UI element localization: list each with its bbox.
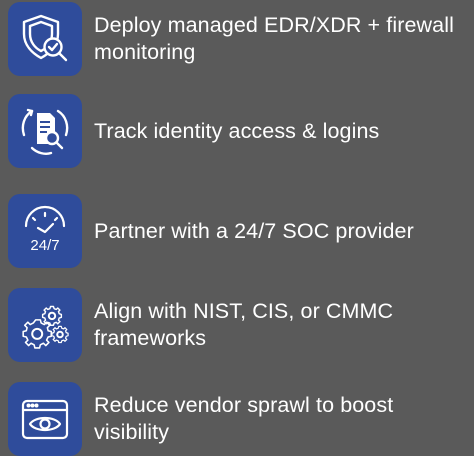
item-label: Align with NIST, CIS, or CMMC frameworks: [94, 299, 394, 350]
list-item-frameworks: Align with NIST, CIS, or CMMC frameworks: [8, 288, 470, 362]
list-item-soc-provider: 24/7 Partner with a 24/7 SOC provider: [8, 194, 470, 268]
document-search-icon: [8, 94, 82, 168]
feature-list: Deploy managed EDR/XDR + firewall monito…: [0, 0, 474, 456]
item-label: Deploy managed EDR/XDR + firewall monito…: [94, 13, 454, 64]
item-label: Reduce vendor sprawl to boost visibility: [94, 393, 394, 444]
browser-eye-icon: [8, 382, 82, 456]
list-item-identity-access: Track identity access & logins: [8, 94, 470, 168]
item-label: Partner with a 24/7 SOC provider: [94, 218, 414, 243]
clock-label: 24/7: [30, 237, 59, 254]
list-item-edr-xdr: Deploy managed EDR/XDR + firewall monito…: [8, 2, 470, 76]
list-item-vendor-sprawl: Reduce vendor sprawl to boost visibility: [8, 382, 470, 456]
item-label: Track identity access & logins: [94, 118, 380, 143]
shield-check-search-icon: [8, 2, 82, 76]
gears-icon: [8, 288, 82, 362]
clock-24-7-icon: 24/7: [8, 194, 82, 268]
